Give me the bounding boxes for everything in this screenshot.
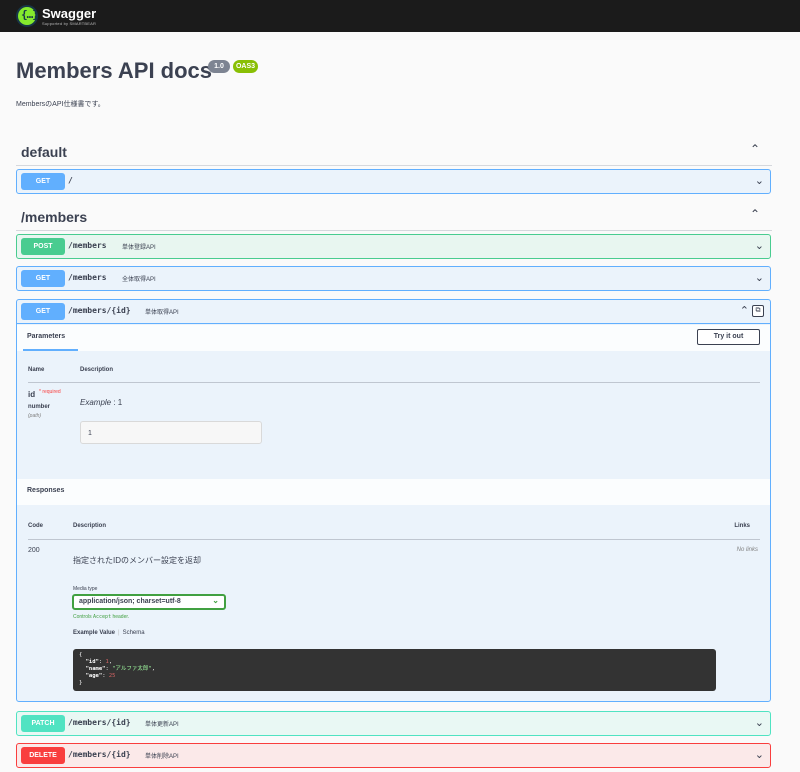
chevron-down-icon[interactable]: ⌄ [755,716,764,729]
col-code-header: Code [28,523,43,529]
chevron-down-icon[interactable]: ⌄ [755,271,764,284]
media-type-value: application/json; charset=utf-8 [79,598,181,605]
brand-subtitle: Supported by SMARTBEAR [42,21,97,26]
controls-accept-note: Controls Accept header. [73,614,129,620]
operation-summary: 単体登録API [122,245,156,251]
example-sep: : [111,398,118,407]
example-value: 1 [117,398,123,407]
divider [28,382,760,383]
method-badge: GET [21,270,65,287]
swagger-logo-icon[interactable]: {…} [16,5,39,27]
tag-name: /members [21,209,88,225]
page-title: Members API docs [16,58,213,83]
param-type: number [28,404,51,410]
operation-summary: 単体更新API [145,722,179,728]
response-description: 指定されたIDのメンバー設定を返却 [73,556,201,565]
parameters-header: Parameters Try it out [17,325,770,351]
json-key: "id" [85,659,99,665]
try-it-out-button[interactable]: Try it out [697,329,760,345]
media-type-label: Media type [73,586,98,592]
param-required: * required [39,389,61,395]
json-value: "アルファ太郎" [112,666,152,672]
controls-suffix: header. [111,614,130,620]
oas-badge: OAS3 [233,60,258,73]
chevron-down-icon[interactable]: ⌄ [755,174,764,187]
example-code-block: { "id": 1, "name": "アルファ太郎", "age": 25 } [73,649,716,691]
operation-get-member-by-id: GET /members/{id} 単体取得API ⌃ ⧉ Parameters… [16,299,771,702]
operation-header[interactable]: GET /members/{id} 単体取得API ⌃ ⧉ [17,300,770,324]
param-example: Example : 1 [80,398,122,407]
tag-name: default [21,144,67,160]
parameters-tab[interactable]: Parameters [27,333,65,340]
col-resp-description-header: Description [73,523,107,529]
chevron-up-icon[interactable]: ⌃ [740,304,749,317]
chevron-down-icon[interactable]: ⌄ [755,748,764,761]
json-key: "name" [85,666,106,672]
operation-delete-member[interactable]: DELETE /members/{id} 単体削除API ⌄ [16,743,771,768]
operation-summary: 全体取得API [122,277,156,283]
method-badge: DELETE [21,747,65,764]
operation-path: /members [68,273,107,282]
tag-members[interactable]: /members ⌃ [16,203,772,231]
method-badge: POST [21,238,65,255]
example-label: Example [80,398,112,407]
json-value: 25 [108,673,116,679]
json-key: "age" [85,673,103,679]
topbar: {…} Swagger Supported by SMARTBEAR [0,0,800,32]
operation-path: /members/{id} [68,750,131,759]
operation-path: /members [68,241,107,250]
responses-header: Responses [17,479,770,505]
media-type-select[interactable]: application/json; charset=utf-8 ⌄ [72,594,226,610]
operation-get-members[interactable]: GET /members 全体取得API ⌄ [16,266,771,291]
method-badge: GET [21,303,65,320]
id-input[interactable]: 1 [80,421,262,444]
responses-title: Responses [27,487,65,494]
chevron-up-icon[interactable]: ⌃ [750,142,760,156]
tag-default[interactable]: default ⌃ [16,138,772,166]
method-badge: GET [21,173,65,190]
operation-path: /members/{id} [68,306,131,315]
brand-name[interactable]: Swagger [42,6,96,21]
controls-code: Accept [93,614,112,620]
col-links-header: Links [734,523,750,529]
col-description-header: Description [80,367,114,373]
schema-tab[interactable]: Schema [123,630,145,636]
logo-glyph: {…} [21,8,39,21]
method-badge: PATCH [21,715,65,732]
operation-path: / [68,176,73,185]
operation-get-root[interactable]: GET / ⌄ [16,169,771,194]
operation-patch-member[interactable]: PATCH /members/{id} 単体更新API ⌄ [16,711,771,736]
response-links: No links [736,547,758,553]
response-code: 200 [28,547,40,554]
chevron-down-icon: ⌄ [212,596,219,605]
operation-summary: 単体取得API [145,310,179,316]
version-badge: 1.0 [208,60,230,73]
api-description: MembersのAPI仕様書です。 [16,101,105,108]
param-name: id [28,390,36,399]
json-close: } [79,680,83,686]
operation-summary: 単体削除API [145,754,179,760]
operation-post-members[interactable]: POST /members 単体登録API ⌄ [16,234,771,259]
divider [28,539,760,540]
tab-underline [23,349,78,351]
copy-icon[interactable]: ⧉ [752,305,764,317]
chevron-down-icon[interactable]: ⌄ [755,239,764,252]
operation-path: /members/{id} [68,718,131,727]
controls-prefix: Controls [73,614,94,620]
chevron-up-icon[interactable]: ⌃ [750,207,760,221]
json-value: 1 [105,659,109,665]
tab-separator: | [118,630,120,636]
json-open: { [79,652,83,658]
example-tabs: Example Value | Schema [73,630,145,636]
col-name-header: Name [28,367,45,373]
param-location: (path) [28,413,42,419]
example-value-tab[interactable]: Example Value [73,630,115,636]
